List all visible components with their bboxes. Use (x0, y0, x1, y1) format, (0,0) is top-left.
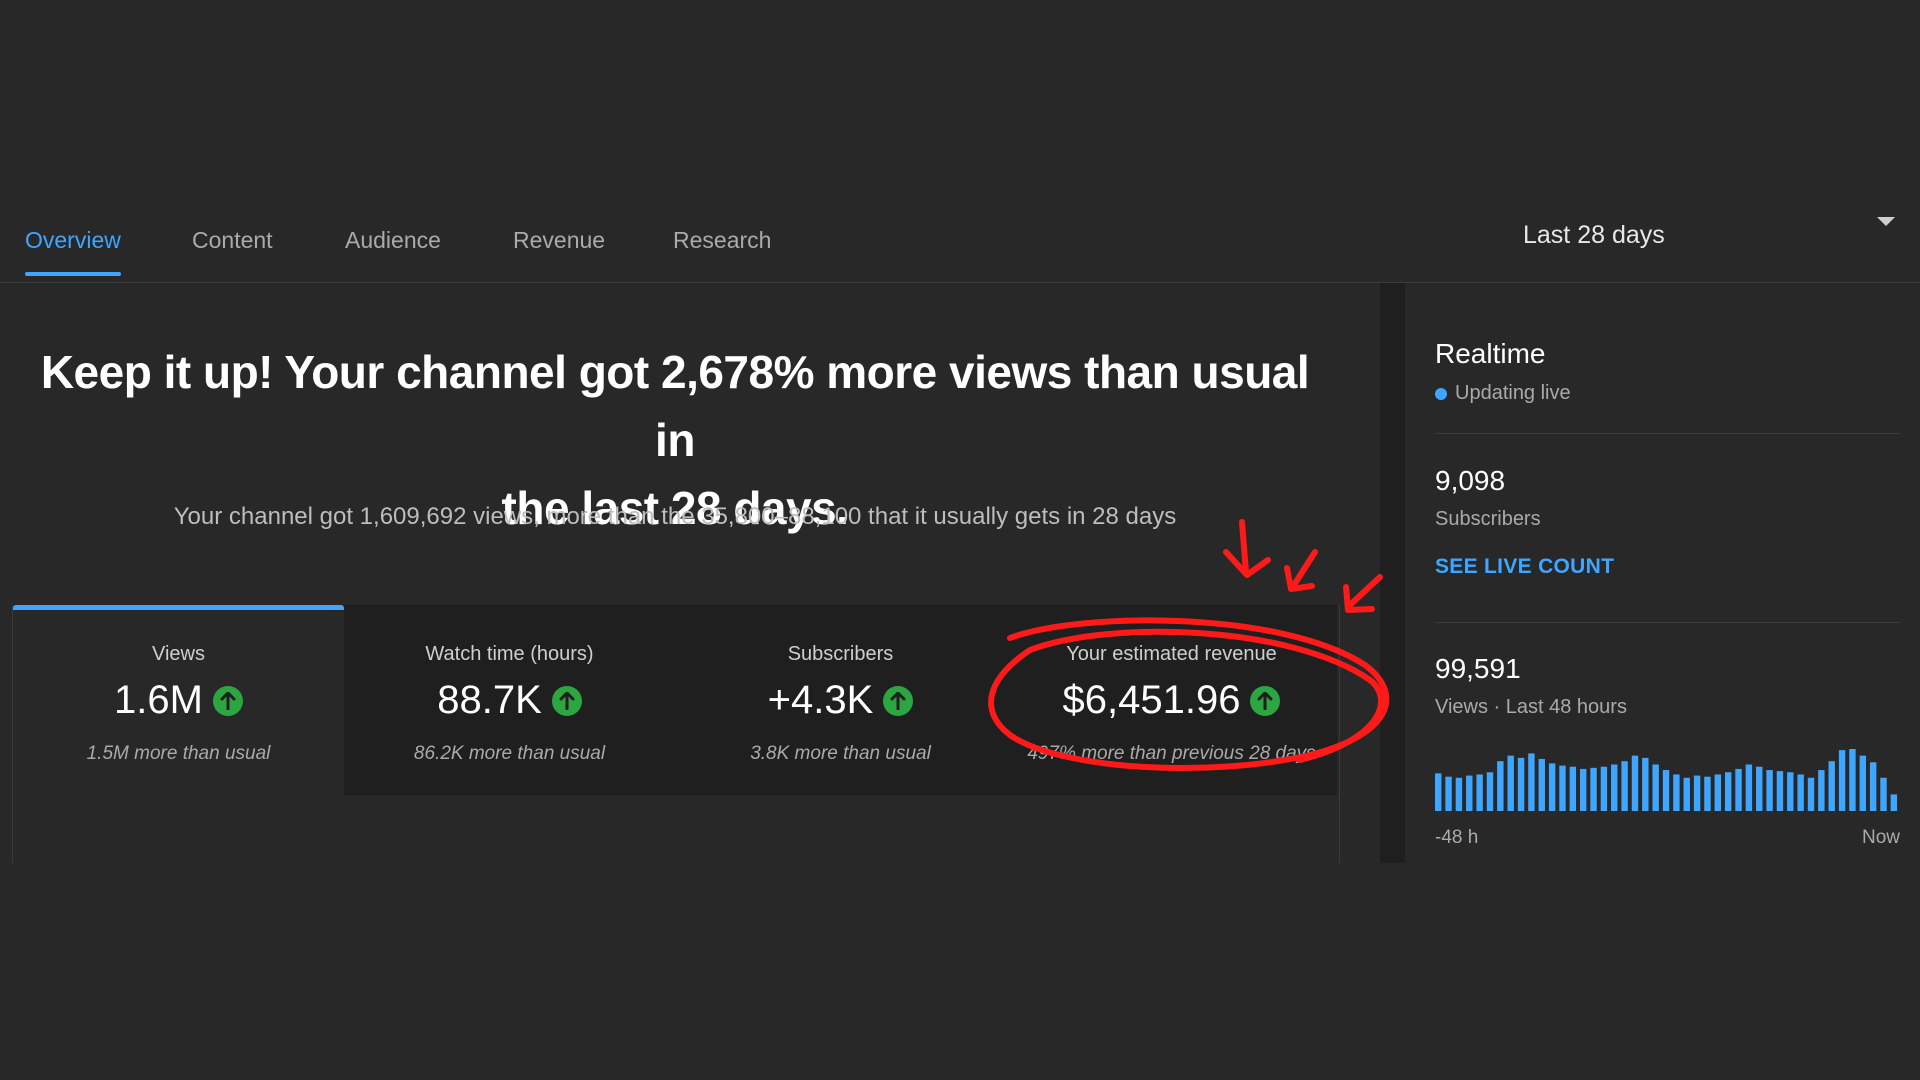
sparkline-bar (1486, 772, 1494, 811)
metric-note: 497% more than previous 28 days (1027, 743, 1316, 764)
metric-value-row: +4.3K (675, 678, 1006, 723)
metric-label: Views (152, 643, 205, 665)
metric-value: 1.6M (114, 678, 203, 722)
sparkline-bar (1455, 777, 1463, 811)
metric-value: +4.3K (767, 678, 874, 722)
metric-card-watch-time[interactable]: Watch time (hours) 88.7K 86.2K more than… (344, 605, 675, 795)
live-status: Updating live (1435, 382, 1571, 405)
sparkline-bar (1631, 755, 1639, 811)
sparkline-bar (1704, 776, 1711, 811)
metric-card-revenue[interactable]: Your estimated revenue $6,451.96 497% mo… (1006, 605, 1337, 795)
sparkline-bar (1714, 774, 1722, 811)
sparkline-bar (1476, 774, 1483, 811)
axis-start-label: -48 h (1435, 827, 1479, 848)
sparkline-bar (1807, 777, 1815, 811)
arrow-up-icon (883, 685, 914, 716)
metric-note: 86.2K more than usual (413, 743, 606, 764)
tab-bar: Overview Content Audience Revenue Resear… (0, 185, 1920, 283)
sparkline-bar (1600, 766, 1608, 811)
tab-revenue[interactable]: Revenue (513, 227, 605, 276)
sparkline-bar (1590, 767, 1597, 811)
sparkline-bar (1642, 757, 1649, 811)
sparkline-bar (1528, 753, 1535, 811)
metric-card-subscribers[interactable]: Subscribers +4.3K 3.8K more than usual (675, 605, 1006, 795)
sparkline-bar (1869, 762, 1877, 811)
metric-value-row: 88.7K (344, 678, 675, 723)
chevron-down-icon[interactable] (1877, 217, 1895, 226)
sparkline-bar (1735, 768, 1742, 811)
headline-subtext: Your channel got 1,609,692 views, more t… (173, 503, 1177, 530)
realtime-subscribers-label: Subscribers (1435, 508, 1541, 530)
headline-line-1: Keep it up! Your channel got 2,678% more… (40, 346, 1310, 466)
sparkline-bar (1538, 758, 1545, 811)
sparkline-bar (1466, 775, 1473, 811)
metric-cards: Views 1.6M 1.5M more than usual Watch ti… (12, 605, 1340, 863)
sparkline-bar (1693, 775, 1701, 811)
axis-end-label: Now (1861, 827, 1900, 848)
sparkline-bar (1828, 761, 1835, 811)
sparkline-bar (1880, 777, 1887, 811)
sparkline-bar (1756, 766, 1763, 811)
sparkline-bar (1776, 771, 1784, 811)
see-live-count-link[interactable]: SEE LIVE COUNT (1435, 555, 1614, 579)
metric-value-row: 1.6M (13, 678, 344, 723)
metric-card-views[interactable]: Views 1.6M 1.5M more than usual (13, 605, 344, 795)
realtime-title: Realtime (1435, 338, 1546, 369)
metric-label: Subscribers (787, 643, 894, 665)
sparkline-bar (1611, 764, 1618, 811)
metric-note: 3.8K more than usual (750, 743, 931, 764)
sparkline-bar (1797, 774, 1804, 811)
sparkline-bar (1745, 764, 1753, 811)
live-status-text: Updating live (1455, 382, 1571, 404)
realtime-panel: Realtime Updating live 9,098 Subscribers… (1405, 310, 1920, 863)
arrow-up-icon (212, 685, 243, 716)
sparkline-bar (1766, 770, 1773, 811)
sparkline-bar (1548, 763, 1556, 811)
metric-label: Watch time (hours) (425, 643, 594, 665)
tab-overview[interactable]: Overview (25, 227, 121, 276)
sparkline-bar (1683, 777, 1690, 811)
sparkline-bar (1724, 772, 1732, 811)
sparkline-bar (1507, 755, 1514, 811)
sparkline-bar (1517, 757, 1525, 811)
realtime-views-sparkline[interactable] (1435, 745, 1901, 811)
live-dot-icon (1435, 387, 1447, 400)
arrow-up-icon (551, 685, 582, 716)
sparkline-bar (1673, 774, 1680, 811)
sparkline-bar (1559, 765, 1566, 811)
sparkline-bar (1621, 761, 1628, 811)
sparkline-bar (1445, 776, 1452, 811)
metric-value: 88.7K (437, 678, 542, 722)
overview-main: Keep it up! Your channel got 2,678% more… (0, 283, 1380, 863)
tab-content[interactable]: Content (192, 227, 273, 276)
sparkline-bar (1662, 770, 1670, 811)
panel-gutter (1380, 283, 1405, 863)
sparkline-bar (1818, 770, 1825, 811)
tab-research[interactable]: Research (673, 227, 771, 276)
sparkline-bar (1652, 764, 1659, 811)
sparkline-bar (1579, 768, 1587, 811)
metric-value-row: $6,451.96 (1006, 678, 1337, 723)
metric-note: 1.5M more than usual (86, 743, 271, 764)
divider (1435, 433, 1900, 434)
tab-audience[interactable]: Audience (345, 227, 441, 276)
sparkline-bar (1849, 749, 1856, 811)
sparkline-bar (1838, 750, 1846, 811)
sparkline-bar (1435, 773, 1442, 811)
realtime-subscribers-value: 9,098 (1435, 465, 1506, 496)
realtime-views-value: 99,591 (1435, 653, 1521, 684)
realtime-views-label: Views · Last 48 hours (1435, 696, 1627, 718)
metric-value: $6,451.96 (1062, 678, 1241, 722)
metric-label: Your estimated revenue (1066, 643, 1277, 665)
sparkline-bar (1787, 772, 1794, 811)
sparkline-bar (1569, 766, 1577, 811)
divider (1435, 622, 1900, 623)
date-range-selector[interactable]: Last 28 days (1523, 221, 1665, 250)
sparkline-bar (1859, 755, 1866, 811)
sparkline-bar (1890, 794, 1898, 811)
sparkline-bar (1497, 761, 1504, 811)
arrow-up-icon (1250, 685, 1281, 716)
